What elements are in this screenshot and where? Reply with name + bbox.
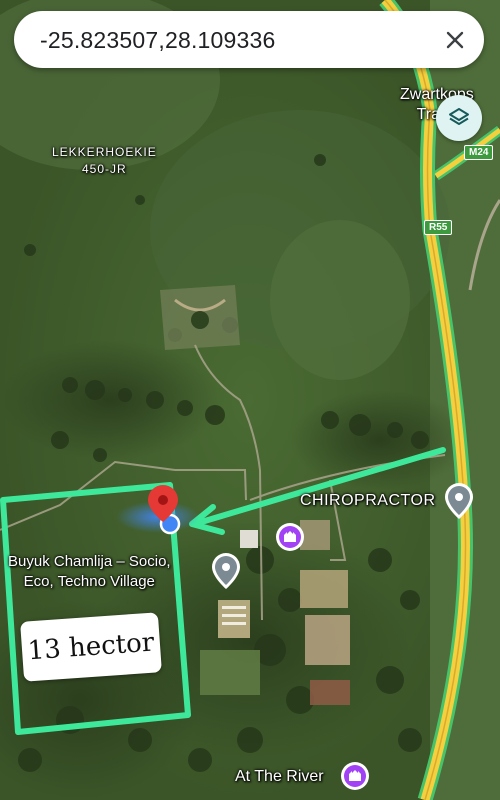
area-size-label: 13 hector [20,612,162,682]
attraction-pin-icon[interactable] [275,522,305,561]
farm-plot [160,285,240,350]
close-icon [446,31,464,49]
village-pin-icon[interactable] [211,552,241,595]
clear-search-button[interactable] [438,23,472,57]
search-input[interactable]: -25.823507,28.109336 [40,27,276,54]
layers-icon [449,108,469,125]
place-label-lekkerhoekie-line2: 450-JR [82,162,127,176]
chiropractor-pin-icon[interactable] [444,482,474,525]
poi-label-village[interactable]: Buyuk Chamlija – Socio, Eco, Techno Vill… [8,552,171,592]
poi-label-chiropractor[interactable]: CHIROPRACTOR [300,492,436,510]
place-label-lekkerhoekie-line1: LEKKERHOEKIE [52,145,157,159]
area-size-text: 13 hector [26,627,156,667]
at-the-river-pin-icon[interactable] [340,761,370,800]
poi-label-at-the-river[interactable]: At The River [235,768,324,786]
layers-button[interactable] [436,95,482,141]
road-shield-r55: R55 [424,220,453,235]
poi-label-village-line1: Buyuk Chamlija – Socio, [8,553,171,570]
road-shield-m24: M24 [464,145,494,160]
poi-label-village-line2: Eco, Techno Village [23,573,155,590]
search-bar[interactable]: -25.823507,28.109336 [14,11,484,68]
place-label-lekkerhoekie: LEKKERHOEKIE 450-JR [52,145,157,176]
